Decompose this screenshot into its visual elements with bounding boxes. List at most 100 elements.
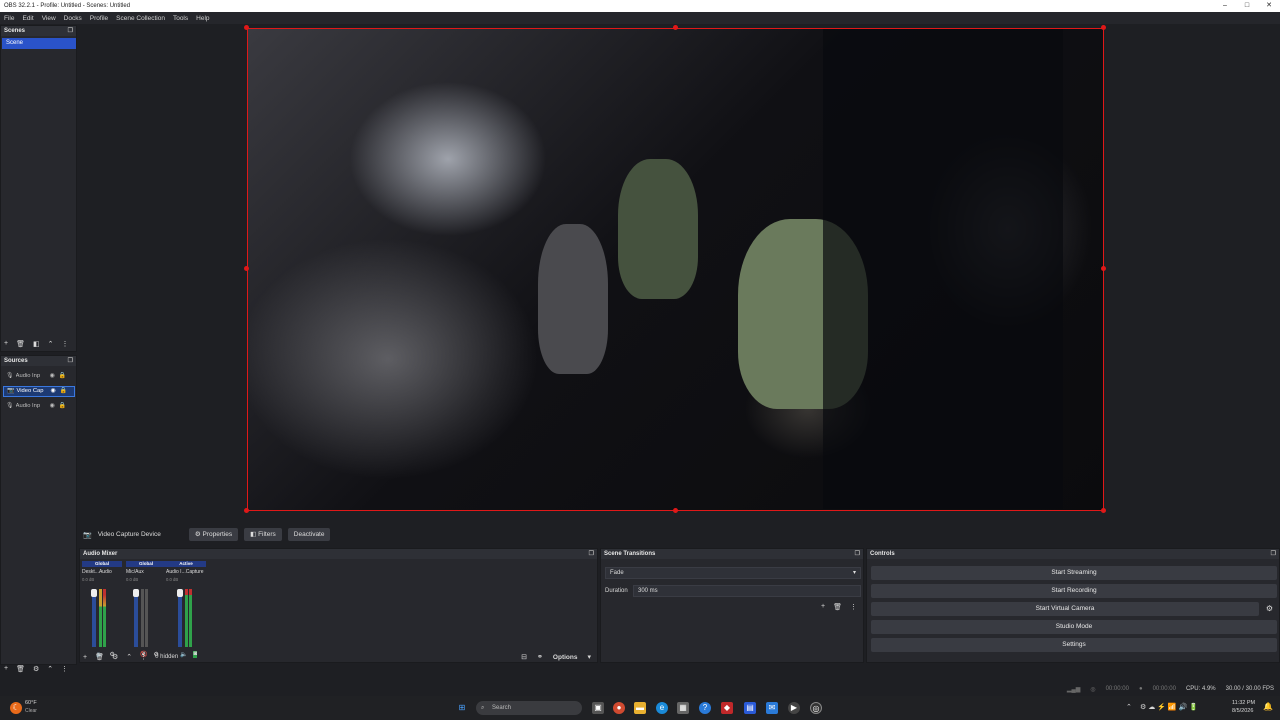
volume-fader[interactable] [177,589,183,647]
scene-item[interactable]: Scene [2,38,76,49]
menu-scene-collection[interactable]: Scene Collection [116,15,165,22]
eye-icon[interactable]: ◉ [50,386,55,397]
more-icon[interactable]: ⋮ [850,603,857,611]
undock-icon[interactable]: ❐ [589,549,594,559]
lock-icon[interactable]: 🔒 [60,386,67,397]
options-button[interactable]: Options [553,654,578,661]
menu-docks[interactable]: Docks [64,15,82,22]
resize-handle[interactable] [244,266,249,271]
lock-icon[interactable]: 🔒 [59,371,66,382]
menu-edit[interactable]: Edit [22,15,33,22]
windows-start-icon[interactable]: ⊞ [456,702,468,714]
edge-icon[interactable]: e [656,702,668,714]
settings-button[interactable]: Settings [871,638,1277,652]
folder-icon[interactable]: ▬ [634,702,646,714]
transition-select[interactable]: Fade ▾ [605,567,861,579]
resize-handle[interactable] [1101,508,1106,513]
link-icon[interactable]: ⚭ [537,653,543,661]
chevron-up-icon[interactable]: ⌃ [47,665,53,673]
weather-icon[interactable]: ☾ [10,702,22,714]
resize-handle[interactable] [244,25,249,30]
minimize-button[interactable]: – [1214,0,1236,12]
monitor-icon[interactable]: ◙ [193,651,198,658]
start-streaming-button[interactable]: Start Streaming [871,566,1277,580]
tray-icons[interactable]: ⚙ ☁ ⚡ 📶 🔊 🔋 [1140,703,1198,711]
clock-date[interactable]: 8/5/2026 [1232,708,1253,714]
filters-button[interactable]: ◧ Filters [244,528,282,541]
add-icon[interactable]: + [4,340,8,348]
source-item[interactable]: 🎙 Audio Inp ◉ 🔒 [3,371,75,382]
close-button[interactable]: ✕ [1258,0,1280,12]
notification-icon[interactable]: 🔔 [1263,702,1273,711]
gear-icon[interactable]: ⚙ [33,665,39,673]
layout-icon[interactable]: ⊟ [521,653,527,661]
resize-handle[interactable] [673,508,678,513]
studio-mode-button[interactable]: Studio Mode [871,620,1277,634]
properties-button[interactable]: ⚙ Properties [188,528,239,541]
resize-handle[interactable] [244,508,249,513]
channel-status: Global [82,561,122,567]
menu-tools[interactable]: Tools [173,15,188,22]
resize-handle[interactable] [1101,266,1106,271]
clock-time[interactable]: 11:32 PM [1232,700,1255,706]
undock-icon[interactable]: ❐ [855,549,860,559]
eye-icon[interactable]: ◉ [50,401,55,412]
volume-fader[interactable] [133,589,139,647]
app-icon[interactable]: ◆ [721,702,733,714]
undock-icon[interactable]: ❐ [68,26,73,36]
task-view-icon[interactable]: ▣ [592,702,604,714]
maximize-button[interactable]: □ [1236,0,1258,12]
eye-icon[interactable]: ◉ [50,371,55,382]
chevron-up-icon[interactable]: ⌃ [1126,703,1132,711]
menu-profile[interactable]: Profile [90,15,108,22]
more-icon[interactable]: ⋮ [140,653,147,661]
channel-name[interactable]: Audio I...Capture [166,569,206,575]
more-icon[interactable]: ⋮ [61,340,68,348]
add-icon[interactable]: + [4,665,8,673]
scene-list: Scene [2,38,76,49]
start-recording-button[interactable]: Start Recording [871,584,1277,598]
trash-icon[interactable]: 🗑 [16,665,25,673]
add-icon[interactable]: + [821,603,825,611]
duration-input[interactable]: 300 ms [633,585,861,597]
audio-meter [185,589,188,647]
resize-handle[interactable] [1101,25,1106,30]
trash-icon[interactable]: 🗑 [833,603,842,611]
chrome-icon[interactable]: ● [613,702,625,714]
taskbar-search[interactable]: ⌕ Search [476,701,582,715]
more-icon[interactable]: ⋮ [61,665,68,673]
channel-name[interactable]: Deskt...Audio [82,569,122,575]
gear-icon[interactable]: ⚙ [112,653,118,661]
resize-handle[interactable] [673,25,678,30]
source-item[interactable]: 🎙 Audio Inp ◉ 🔒 [3,401,75,412]
chevron-up-icon[interactable]: ⌃ [126,653,132,661]
trash-icon[interactable]: 🗑 [95,653,104,661]
volume-fader[interactable] [91,589,97,647]
trash-icon[interactable]: 🗑 [16,340,25,348]
add-icon[interactable]: + [83,654,87,661]
filter-icon[interactable]: ◧ [33,340,40,348]
video-capture-preview[interactable] [247,28,1104,511]
menu-view[interactable]: View [42,15,56,22]
person-figure [538,224,608,374]
menu-bar: File Edit View Docks Profile Scene Colle… [0,12,1280,24]
speaker-icon[interactable]: 🔈 [180,651,187,658]
mail-icon[interactable]: ✉ [766,702,778,714]
gear-icon[interactable]: ⚙ [1266,604,1273,613]
camera-icon: 📷 [83,531,92,539]
channel-name[interactable]: Mic/Aux [126,569,166,575]
menu-help[interactable]: Help [196,15,209,22]
undock-icon[interactable]: ❐ [1271,549,1276,559]
source-item[interactable]: 📷 Video Cap ◉ 🔒 [3,386,75,397]
undock-icon[interactable]: ❐ [68,356,73,366]
obs-icon[interactable]: ◎ [810,702,822,714]
chevron-up-icon[interactable]: ⌃ [48,340,54,348]
store-icon[interactable]: ▤ [744,702,756,714]
calculator-icon[interactable]: ▦ [677,702,689,714]
media-player-icon[interactable]: ▶ [788,702,800,714]
help-icon[interactable]: ? [699,702,711,714]
start-virtual-camera-button[interactable]: Start Virtual Camera [871,602,1259,616]
menu-file[interactable]: File [4,15,14,22]
deactivate-button[interactable]: Deactivate [287,528,331,541]
lock-icon[interactable]: 🔒 [59,401,66,412]
